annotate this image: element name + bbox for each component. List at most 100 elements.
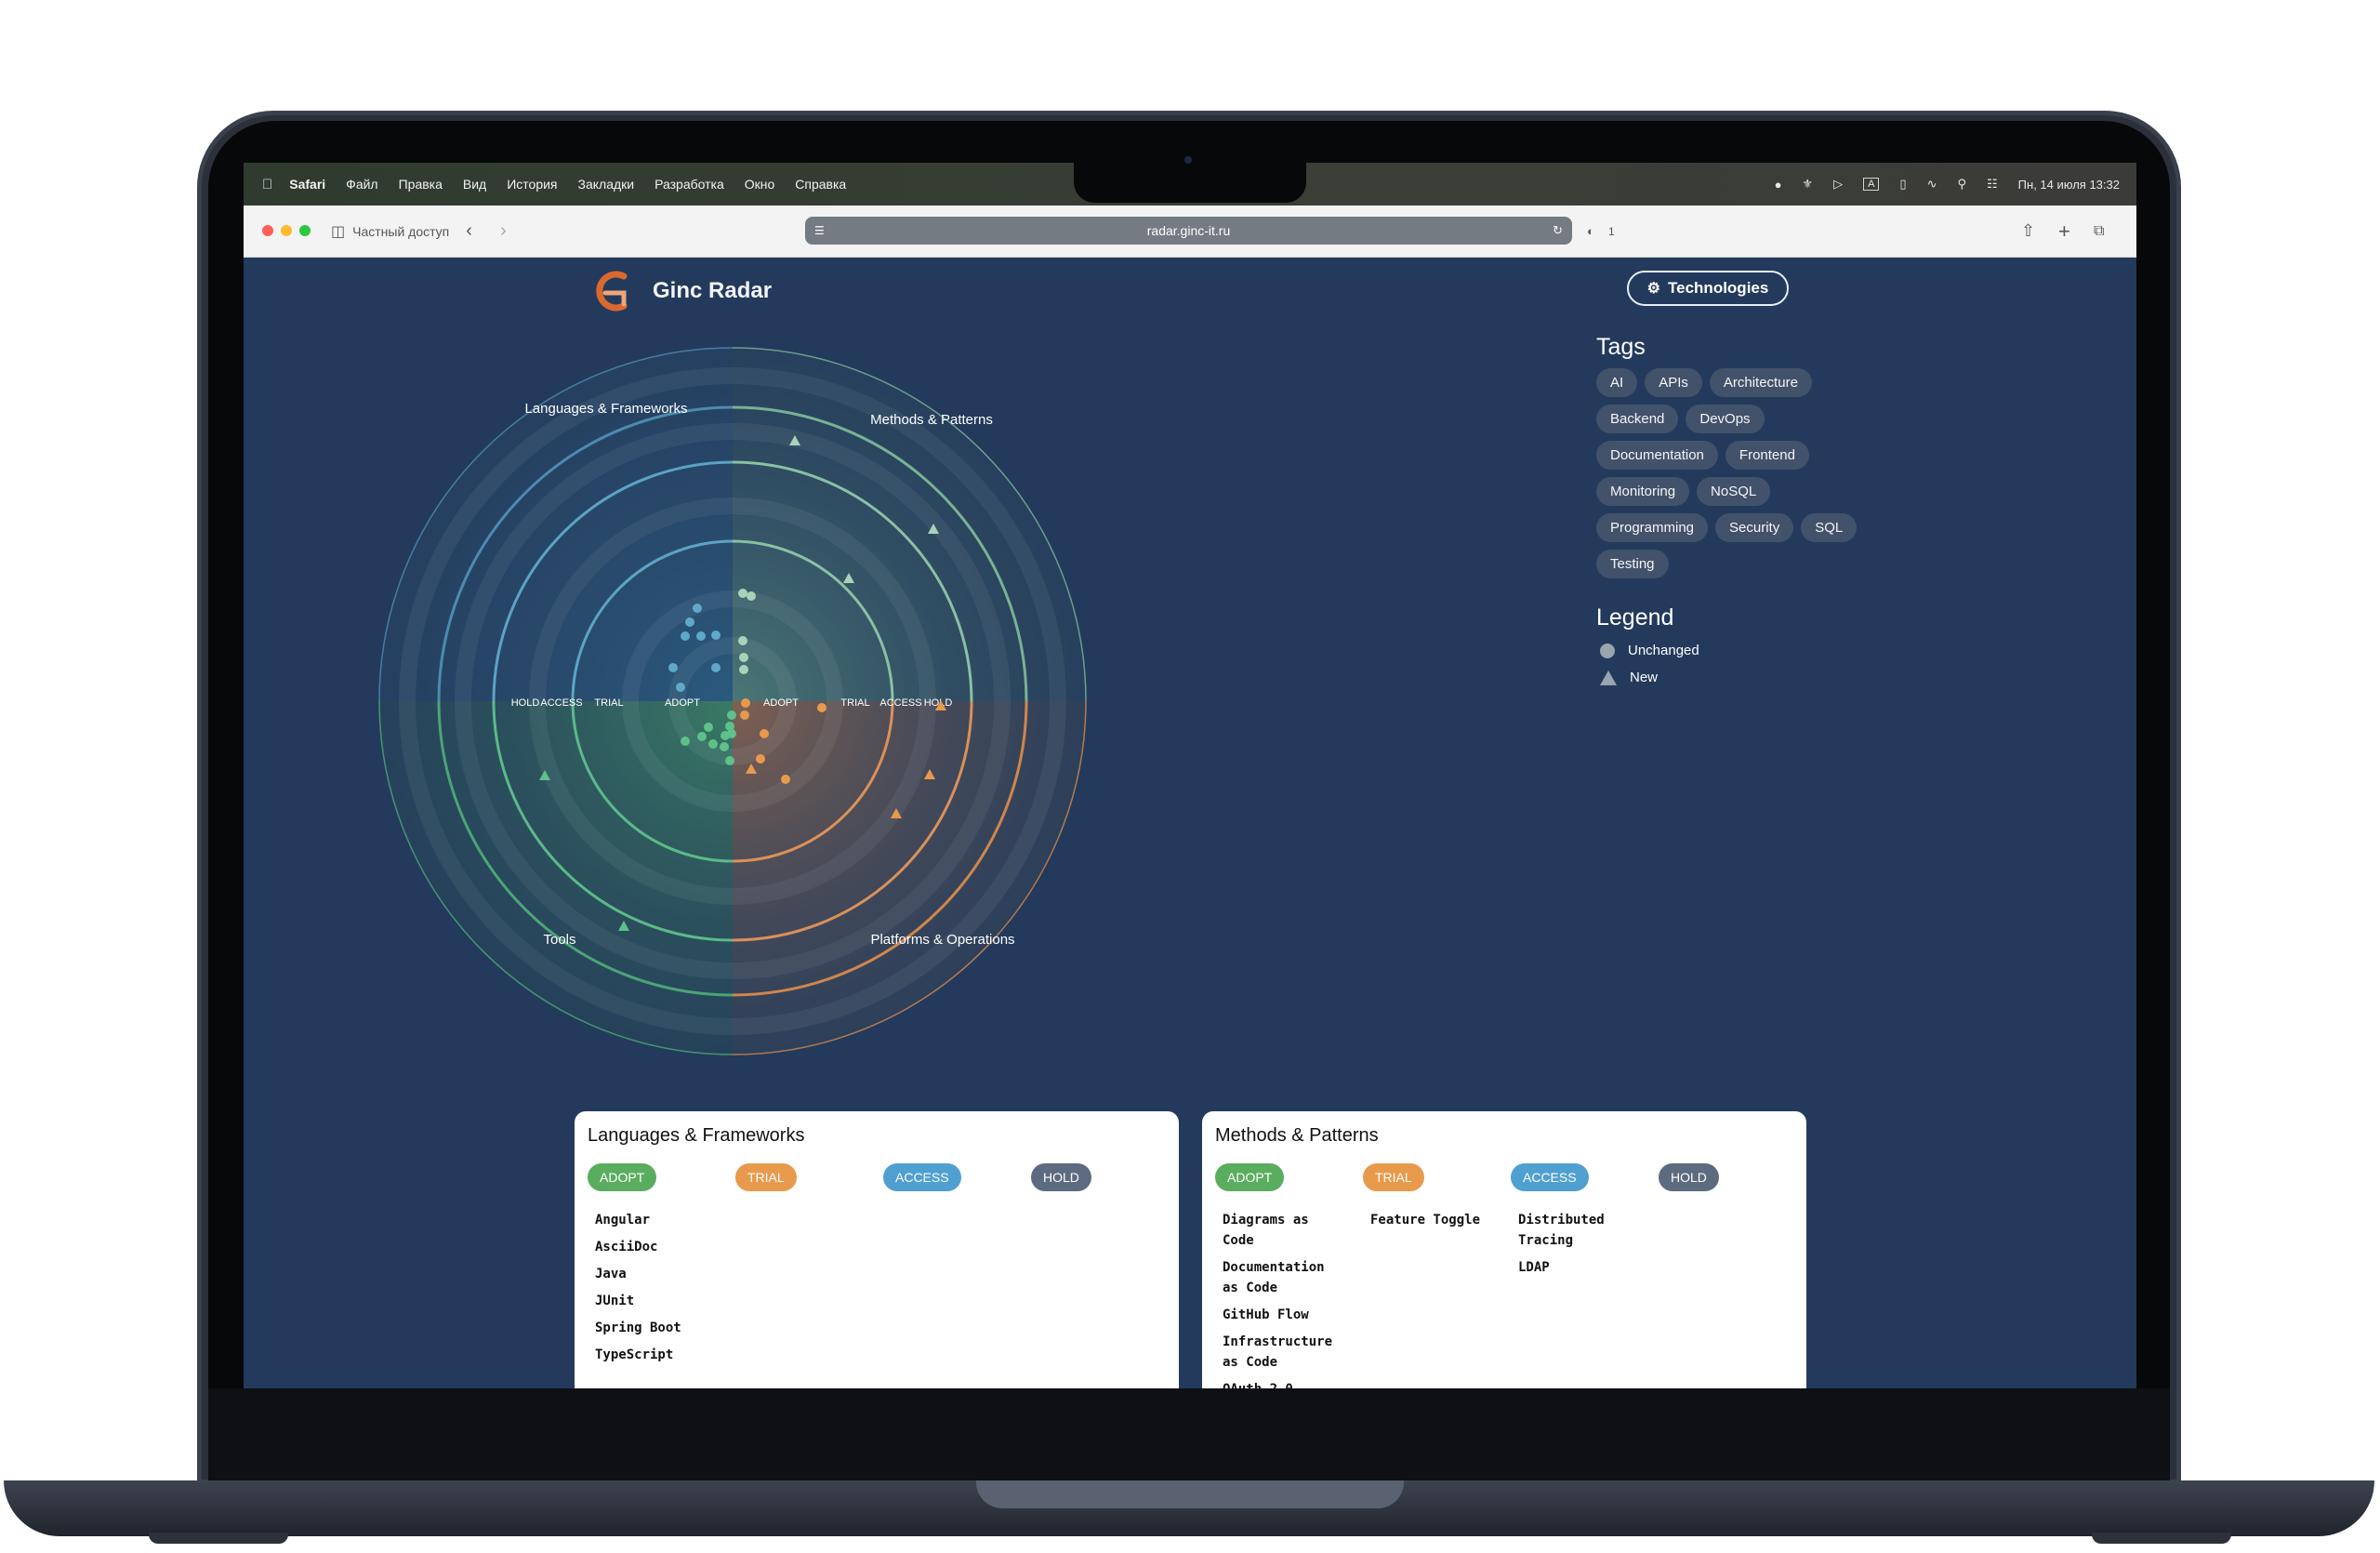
blip-unchanged[interactable] (739, 653, 748, 662)
share-icon[interactable]: ⇧ (2021, 221, 2035, 241)
list-item-spring-boot[interactable]: Spring Boot (595, 1318, 707, 1338)
list-item-angular[interactable]: Angular (595, 1210, 707, 1230)
privacy-shield-icon[interactable]: ◐ (1587, 224, 1594, 238)
control-center-icon[interactable]: ☷ (1987, 177, 1998, 192)
tag-testing[interactable]: Testing (1596, 550, 1669, 578)
blip-unchanged[interactable] (760, 729, 769, 738)
list-item-typescript[interactable]: TypeScript (595, 1345, 707, 1365)
quadrant-label-platforms[interactable]: Platforms & Operations (870, 932, 1014, 948)
blip-unchanged[interactable] (681, 631, 690, 641)
ring-pill-trial[interactable]: TRIAL (735, 1163, 797, 1191)
list-item-diagrams-as-code[interactable]: Diagrams as Code (1223, 1210, 1334, 1251)
back-icon[interactable]: ‹ (466, 220, 472, 242)
tag-architecture[interactable]: Architecture (1709, 368, 1812, 397)
list-item-junit[interactable]: JUnit (595, 1291, 707, 1311)
list-item-github-flow[interactable]: GitHub Flow (1223, 1305, 1334, 1325)
tag-backend[interactable]: Backend (1596, 405, 1679, 433)
tag-programming[interactable]: Programming (1596, 513, 1709, 542)
list-item-distributed-tracing[interactable]: Distributed Tracing (1518, 1210, 1630, 1251)
blip-unchanged[interactable] (741, 698, 750, 708)
sidebar-icon[interactable]: ◫ (331, 222, 345, 241)
blip-unchanged[interactable] (711, 663, 721, 672)
tab-overview-icon[interactable]: ⧉ (2094, 223, 2104, 240)
blip-unchanged[interactable] (747, 591, 756, 601)
tag-devops[interactable]: DevOps (1686, 405, 1765, 433)
menu-bookmarks[interactable]: Закладки (578, 177, 635, 192)
menu-window[interactable]: Окно (745, 177, 775, 192)
tag-sql[interactable]: SQL (1801, 513, 1858, 542)
menu-file[interactable]: Файл (346, 177, 377, 192)
blip-unchanged[interactable] (739, 665, 748, 674)
blip-unchanged[interactable] (738, 589, 747, 598)
page-settings-icon[interactable]: ☰ (814, 224, 825, 237)
blip-unchanged[interactable] (685, 617, 694, 627)
spotlight-search-icon[interactable]: ⚲ (1957, 177, 1966, 192)
blip-unchanged[interactable] (708, 739, 718, 749)
ring-pill-access[interactable]: ACCESS (1511, 1163, 1589, 1191)
ring-label-trial: TRIAL (594, 697, 623, 709)
blip-unchanged[interactable] (676, 683, 685, 692)
menu-help[interactable]: Справка (795, 177, 846, 192)
wechat-status-icon[interactable]: ● (1775, 178, 1782, 192)
menu-history[interactable]: История (507, 177, 557, 192)
blip-unchanged[interactable] (817, 703, 826, 712)
ring-pill-hold[interactable]: HOLD (1031, 1163, 1091, 1191)
battery-icon[interactable]: ▯ (1899, 177, 1906, 192)
blip-unchanged[interactable] (756, 754, 765, 763)
blip-unchanged[interactable] (696, 631, 706, 641)
blip-unchanged[interactable] (740, 710, 749, 720)
list-item-java[interactable]: Java (595, 1264, 707, 1284)
tag-documentation[interactable]: Documentation (1596, 441, 1718, 470)
quadrant-label-languages[interactable]: Languages & Frameworks (524, 401, 687, 417)
ring-pill-access[interactable]: ACCESS (883, 1163, 961, 1191)
accessibility-status-icon[interactable]: ⚜ (1802, 177, 1813, 192)
menu-app-safari[interactable]: Safari (289, 177, 325, 192)
tag-apis[interactable]: APIs (1645, 368, 1702, 397)
menu-develop[interactable]: Разработка (654, 177, 724, 192)
blip-unchanged[interactable] (697, 732, 707, 741)
tag-ai[interactable]: AI (1596, 368, 1638, 397)
blip-unchanged[interactable] (725, 722, 734, 731)
blip-unchanged[interactable] (725, 756, 734, 765)
list-item-oauth[interactable]: OAuth 2.0 (1223, 1379, 1334, 1388)
blip-unchanged[interactable] (711, 630, 721, 640)
tag-security[interactable]: Security (1715, 513, 1794, 542)
technologies-button[interactable]: ⚙ Technologies (1627, 271, 1789, 306)
play-status-icon[interactable]: ▷ (1833, 177, 1843, 192)
ring-pill-adopt[interactable]: ADOPT (1215, 1163, 1285, 1191)
blip-unchanged[interactable] (781, 775, 790, 784)
minimize-window-button[interactable] (281, 224, 292, 236)
list-item-ldap[interactable]: LDAP (1518, 1257, 1630, 1278)
menubar-clock[interactable]: Пн, 14 июля 13:32 (2018, 178, 2120, 192)
blip-unchanged[interactable] (681, 737, 690, 746)
ring-pill-trial[interactable]: TRIAL (1363, 1163, 1424, 1191)
blip-unchanged[interactable] (738, 636, 747, 645)
tag-frontend[interactable]: Frontend (1725, 441, 1809, 470)
tag-nosql[interactable]: NoSQL (1697, 477, 1771, 506)
menu-edit[interactable]: Правка (399, 177, 443, 192)
close-window-button[interactable] (262, 224, 273, 236)
list-item-documentation-as-code[interactable]: Documentation as Code (1223, 1257, 1334, 1298)
list-item-asciidoc[interactable]: AsciiDoc (595, 1237, 707, 1257)
blip-unchanged[interactable] (727, 710, 736, 720)
apple-menu-icon[interactable]:  (262, 177, 272, 192)
tag-monitoring[interactable]: Monitoring (1596, 477, 1690, 506)
reload-icon[interactable]: ↻ (1553, 223, 1563, 238)
ring-pill-hold[interactable]: HOLD (1659, 1163, 1719, 1191)
wifi-icon[interactable]: ∿ (1927, 177, 1937, 192)
input-source-icon[interactable]: A (1863, 178, 1880, 191)
forward-icon[interactable]: › (500, 220, 507, 242)
blip-unchanged[interactable] (704, 723, 713, 732)
list-item-feature-toggle[interactable]: Feature Toggle (1370, 1210, 1482, 1230)
ring-pill-adopt[interactable]: ADOPT (588, 1163, 657, 1191)
blip-unchanged[interactable] (720, 742, 729, 751)
address-bar[interactable]: ☰ radar.ginc-it.ru ↻ (805, 217, 1572, 245)
list-item-infrastructure-as-code[interactable]: Infrastructure as Code (1223, 1332, 1334, 1373)
zoom-window-button[interactable] (299, 224, 311, 236)
quadrant-label-methods[interactable]: Methods & Patterns (870, 412, 993, 428)
blip-unchanged[interactable] (693, 604, 702, 613)
quadrant-label-tools[interactable]: Tools (543, 932, 575, 948)
menu-view[interactable]: Вид (463, 177, 486, 192)
new-tab-icon[interactable]: + (2058, 219, 2070, 244)
blip-unchanged[interactable] (668, 663, 678, 672)
